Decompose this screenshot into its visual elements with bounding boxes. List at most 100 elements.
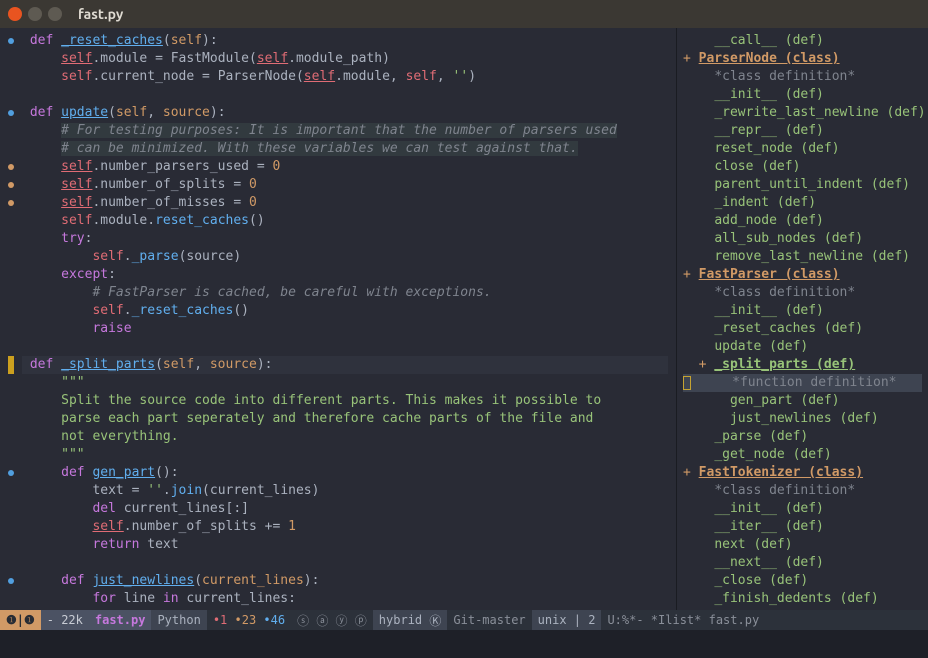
status-git: Git-master bbox=[447, 610, 531, 630]
outline-item[interactable]: __iter__ (def) bbox=[683, 518, 922, 536]
outline-item[interactable]: __init__ (def) bbox=[683, 500, 922, 518]
outline-sidebar[interactable]: __call__ (def)+ ParserNode (class) *clas… bbox=[676, 28, 928, 610]
outline-item[interactable]: __call__ (def) bbox=[683, 32, 922, 50]
editor-area: def _reset_caches(self): self.module = F… bbox=[0, 28, 928, 610]
outline-item[interactable]: + ParserNode (class) bbox=[683, 50, 922, 68]
gutter-marker bbox=[0, 212, 22, 230]
maximize-icon[interactable] bbox=[48, 7, 62, 21]
status-lang: Python bbox=[151, 610, 206, 630]
code-line[interactable]: self.module = FastModule(self.module_pat… bbox=[22, 50, 668, 68]
outline-item[interactable]: _close (def) bbox=[683, 572, 922, 590]
code-line[interactable]: self.module.reset_caches() bbox=[22, 212, 668, 230]
code-line[interactable]: self.number_of_misses = 0 bbox=[22, 194, 668, 212]
outline-item[interactable]: all_sub_nodes (def) bbox=[683, 230, 922, 248]
code-line[interactable]: def gen_part(): bbox=[22, 464, 668, 482]
outline-item[interactable]: next (def) bbox=[683, 536, 922, 554]
outline-item[interactable]: _indent (def) bbox=[683, 194, 922, 212]
code-line[interactable]: # For testing purposes: It is important … bbox=[22, 122, 668, 140]
status-right: U:%*- *Ilist* fast.py bbox=[601, 610, 928, 630]
code-line[interactable]: def just_newlines(current_lines): bbox=[22, 572, 668, 590]
status-flags: ⓢ ⓐ ⓨ ⓟ bbox=[291, 610, 373, 630]
gutter-marker bbox=[0, 554, 22, 572]
outline-item[interactable]: *class definition* bbox=[683, 68, 922, 86]
code-line[interactable]: except: bbox=[22, 266, 668, 284]
code-line[interactable]: not everything. bbox=[22, 428, 668, 446]
code-line[interactable]: self.number_of_splits += 1 bbox=[22, 518, 668, 536]
code-line[interactable]: del current_lines[:] bbox=[22, 500, 668, 518]
outline-item[interactable]: _reset_caches (def) bbox=[683, 320, 922, 338]
code-line[interactable]: self.current_node = ParserNode(self.modu… bbox=[22, 68, 668, 86]
gutter-marker bbox=[0, 284, 22, 302]
outline-item[interactable]: *function definition* bbox=[683, 374, 922, 392]
gutter-marker bbox=[0, 230, 22, 248]
bottom-padding bbox=[0, 630, 928, 658]
outline-item[interactable]: parent_until_indent (def) bbox=[683, 176, 922, 194]
statusbar: ❶|❶ - 22k fast.py Python •1 •23 •46 ⓢ ⓐ … bbox=[0, 610, 928, 630]
gutter-marker bbox=[0, 302, 22, 320]
outline-item[interactable]: *class definition* bbox=[683, 482, 922, 500]
status-lint: •1 •23 •46 bbox=[207, 610, 291, 630]
code-line[interactable]: self.number_of_splits = 0 bbox=[22, 176, 668, 194]
outline-item[interactable]: + FastParser (class) bbox=[683, 266, 922, 284]
outline-item[interactable]: reset_node (def) bbox=[683, 140, 922, 158]
code-line[interactable]: def _split_parts(self, source): bbox=[22, 356, 668, 374]
code-line[interactable]: self.number_parsers_used = 0 bbox=[22, 158, 668, 176]
minimize-icon[interactable] bbox=[28, 7, 42, 21]
code-line[interactable]: self._reset_caches() bbox=[22, 302, 668, 320]
outline-item[interactable]: just_newlines (def) bbox=[683, 410, 922, 428]
code-line[interactable]: text = ''.join(current_lines) bbox=[22, 482, 668, 500]
outline-item[interactable]: _get_node (def) bbox=[683, 446, 922, 464]
gutter-marker bbox=[0, 32, 22, 50]
outline-item[interactable]: __init__ (def) bbox=[683, 302, 922, 320]
gutter-marker bbox=[0, 392, 22, 410]
gutter-marker bbox=[0, 140, 22, 158]
gutter bbox=[0, 28, 22, 610]
outline-item[interactable]: __repr__ (def) bbox=[683, 122, 922, 140]
code-line[interactable]: for line in current_lines: bbox=[22, 590, 668, 608]
status-enc: unix | 2 bbox=[532, 610, 602, 630]
code-line[interactable]: raise bbox=[22, 320, 668, 338]
outline-item[interactable]: gen_part (def) bbox=[683, 392, 922, 410]
gutter-marker bbox=[0, 500, 22, 518]
gutter-marker bbox=[0, 590, 22, 608]
code-line[interactable]: """ bbox=[22, 374, 668, 392]
code-line[interactable] bbox=[22, 338, 668, 356]
outline-item[interactable]: add_node (def) bbox=[683, 212, 922, 230]
gutter-marker bbox=[0, 194, 22, 212]
outline-item[interactable]: remove_last_newline (def) bbox=[683, 248, 922, 266]
outline-item[interactable]: _rewrite_last_newline (def) bbox=[683, 104, 922, 122]
outline-item[interactable]: update (def) bbox=[683, 338, 922, 356]
code-line[interactable]: try: bbox=[22, 230, 668, 248]
outline-item[interactable]: __init__ (def) bbox=[683, 86, 922, 104]
code-line[interactable]: Split the source code into different par… bbox=[22, 392, 668, 410]
outline-item[interactable]: *class definition* bbox=[683, 284, 922, 302]
code-line[interactable]: return text bbox=[22, 536, 668, 554]
code-line[interactable]: parse each part seperately and therefore… bbox=[22, 410, 668, 428]
gutter-marker bbox=[0, 68, 22, 86]
code-line[interactable]: """ bbox=[22, 446, 668, 464]
gutter-marker bbox=[0, 104, 22, 122]
gutter-marker bbox=[0, 482, 22, 500]
code-editor[interactable]: def _reset_caches(self): self.module = F… bbox=[22, 28, 676, 610]
code-line[interactable]: def _reset_caches(self): bbox=[22, 32, 668, 50]
outline-item[interactable]: + _split_parts (def) bbox=[683, 356, 922, 374]
gutter-marker bbox=[0, 338, 22, 356]
gutter-marker bbox=[0, 266, 22, 284]
outline-item[interactable]: _parse (def) bbox=[683, 428, 922, 446]
code-line[interactable]: # FastParser is cached, be careful with … bbox=[22, 284, 668, 302]
code-line[interactable]: def update(self, source): bbox=[22, 104, 668, 122]
status-size: - 22k bbox=[41, 610, 89, 630]
outline-item[interactable]: __next__ (def) bbox=[683, 554, 922, 572]
outline-item[interactable]: + FastTokenizer (class) bbox=[683, 464, 922, 482]
code-line[interactable] bbox=[22, 554, 668, 572]
code-line[interactable]: self._parse(source) bbox=[22, 248, 668, 266]
code-line[interactable] bbox=[22, 86, 668, 104]
window-title: fast.py bbox=[78, 6, 123, 22]
close-icon[interactable] bbox=[8, 7, 22, 21]
status-mode: ❶|❶ bbox=[0, 610, 41, 630]
code-line[interactable]: # can be minimized. With these variables… bbox=[22, 140, 668, 158]
outline-item[interactable]: close (def) bbox=[683, 158, 922, 176]
gutter-marker bbox=[0, 428, 22, 446]
outline-item[interactable]: _finish_dedents (def) bbox=[683, 590, 922, 608]
status-hybrid: hybrid Ⓚ bbox=[373, 610, 448, 630]
